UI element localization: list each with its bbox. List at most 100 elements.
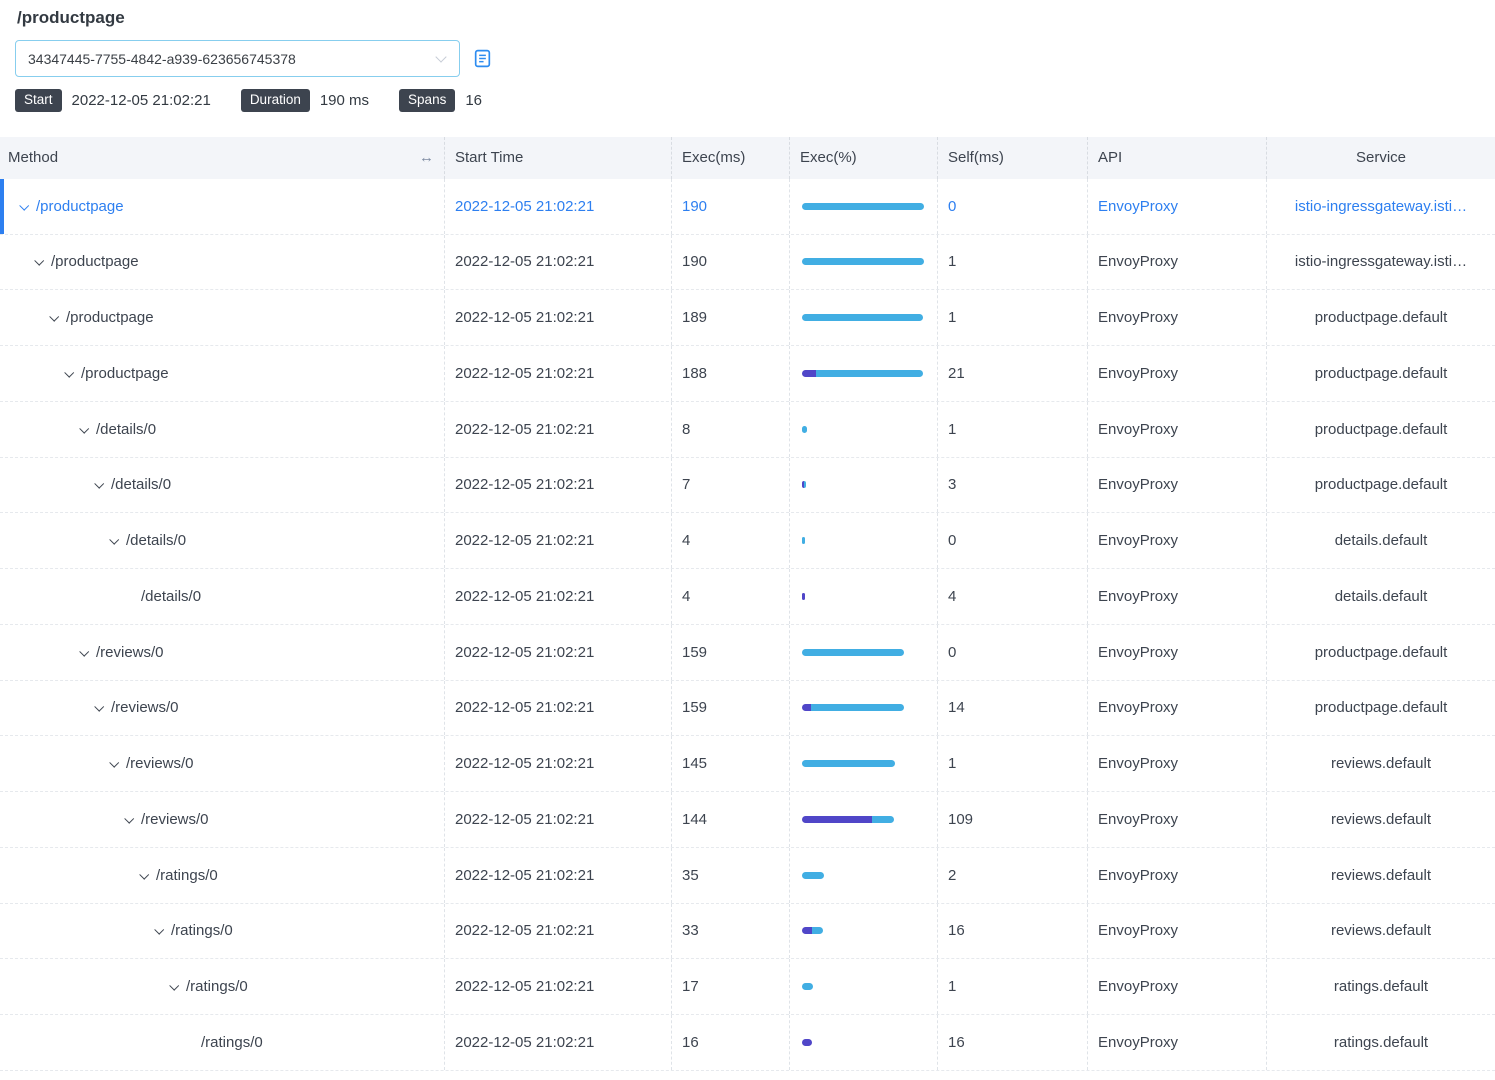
service-cell: productpage.default [1267,402,1495,457]
exec-time-segment [802,426,807,433]
self-ms-cell: 1 [938,736,1088,791]
api-cell: EnvoyProxy [1088,681,1267,736]
start-time-cell: 2022-12-05 21:02:21 [445,904,672,959]
service-cell: reviews.default [1267,848,1495,903]
exec-ms-cell: 189 [672,290,790,345]
self-ms-cell: 0 [938,179,1088,234]
self-ms-cell: 109 [938,792,1088,847]
exec-percent-bar [802,704,904,711]
chevron-down-icon[interactable] [50,314,66,321]
table-row[interactable]: /details/02022-12-05 21:02:2181EnvoyProx… [0,402,1495,458]
chevron-down-icon[interactable] [170,983,186,990]
api-cell: EnvoyProxy [1088,736,1267,791]
api-cell: EnvoyProxy [1088,458,1267,513]
chevron-down-icon[interactable] [140,872,156,879]
exec-percent-cell [790,792,938,847]
chevron-down-icon[interactable] [80,426,96,433]
self-ms-cell: 14 [938,681,1088,736]
api-cell: EnvoyProxy [1088,179,1267,234]
service-cell: productpage.default [1267,681,1495,736]
api-cell: EnvoyProxy [1088,904,1267,959]
exec-percent-cell [790,346,938,401]
service-cell: reviews.default [1267,736,1495,791]
exec-percent-bar [802,1039,812,1046]
exec-ms-cell: 190 [672,235,790,290]
table-row[interactable]: /ratings/02022-12-05 21:02:21171EnvoyPro… [0,959,1495,1015]
exec-time-segment [802,872,824,879]
method-cell: /ratings/0 [0,959,445,1014]
table-row[interactable]: /details/02022-12-05 21:02:2140EnvoyProx… [0,513,1495,569]
start-time-cell: 2022-12-05 21:02:21 [445,346,672,401]
chevron-down-icon[interactable] [80,649,96,656]
service-cell: reviews.default [1267,792,1495,847]
trace-id-select[interactable]: 34347445-7755-4842-a939-623656745378 [15,40,460,77]
chevron-down-icon[interactable] [110,537,126,544]
table-row[interactable]: /ratings/02022-12-05 21:02:211616EnvoyPr… [0,1015,1495,1071]
exec-ms-cell: 33 [672,904,790,959]
chevron-down-icon[interactable] [125,816,141,823]
start-group: Start 2022-12-05 21:02:21 [15,89,211,112]
api-cell: EnvoyProxy [1088,402,1267,457]
table-row[interactable]: /reviews/02022-12-05 21:02:21144109Envoy… [0,792,1495,848]
service-cell: productpage.default [1267,290,1495,345]
self-time-segment [802,370,816,377]
exec-ms-cell: 188 [672,346,790,401]
table-row[interactable]: /reviews/02022-12-05 21:02:211451EnvoyPr… [0,736,1495,792]
exec-percent-bar [802,203,924,210]
method-cell: /details/0 [0,569,445,624]
method-label: /details/0 [126,532,186,549]
start-time-cell: 2022-12-05 21:02:21 [445,513,672,568]
table-row[interactable]: /details/02022-12-05 21:02:2173EnvoyProx… [0,458,1495,514]
column-header-start-time: Start Time [445,137,672,179]
exec-percent-bar [802,481,806,488]
table-row[interactable]: /ratings/02022-12-05 21:02:21352EnvoyPro… [0,848,1495,904]
exec-percent-bar [802,927,823,934]
duration-group: Duration 190 ms [241,89,369,112]
self-time-segment [802,816,872,823]
chevron-down-icon[interactable] [110,760,126,767]
page-title: /productpage [17,8,1495,28]
table-row[interactable]: /details/02022-12-05 21:02:2144EnvoyProx… [0,569,1495,625]
chevron-down-icon[interactable] [35,258,51,265]
exec-percent-cell [790,681,938,736]
chevron-down-icon[interactable] [155,927,171,934]
column-header-exec-ms: Exec(ms) [672,137,790,179]
exec-time-segment [816,370,923,377]
column-resize-icon[interactable]: ↔ [419,149,434,166]
self-ms-cell: 1 [938,959,1088,1014]
method-label: /details/0 [96,421,156,438]
exec-ms-cell: 17 [672,959,790,1014]
self-time-segment [802,927,812,934]
exec-percent-cell [790,959,938,1014]
column-header-service: Service [1267,137,1495,179]
trace-selector-row: 34347445-7755-4842-a939-623656745378 [15,40,1495,77]
exec-percent-bar [802,314,923,321]
method-label: /productpage [51,253,139,270]
column-header-exec-percent: Exec(%) [790,137,938,179]
api-cell: EnvoyProxy [1088,848,1267,903]
duration-badge: Duration [241,89,310,112]
exec-time-segment [804,481,806,488]
table-row[interactable]: /productpage2022-12-05 21:02:211901Envoy… [0,235,1495,291]
table-row[interactable]: /reviews/02022-12-05 21:02:211590EnvoyPr… [0,625,1495,681]
start-time-cell: 2022-12-05 21:02:21 [445,959,672,1014]
table-row[interactable]: /productpage2022-12-05 21:02:2118821Envo… [0,346,1495,402]
exec-ms-cell: 144 [672,792,790,847]
column-header-label: Method [8,149,58,166]
table-row[interactable]: /reviews/02022-12-05 21:02:2115914EnvoyP… [0,681,1495,737]
table-row[interactable]: /ratings/02022-12-05 21:02:213316EnvoyPr… [0,904,1495,960]
chevron-down-icon[interactable] [95,481,111,488]
chevron-down-icon[interactable] [95,704,111,711]
copy-icon[interactable] [472,48,493,69]
exec-ms-cell: 8 [672,402,790,457]
trace-id-value: 34347445-7755-4842-a939-623656745378 [28,51,296,67]
self-time-segment [802,1039,812,1046]
exec-time-segment [802,258,924,265]
table-row[interactable]: /productpage2022-12-05 21:02:211900Envoy… [0,179,1495,235]
chevron-down-icon[interactable] [65,370,81,377]
exec-time-segment [802,203,924,210]
table-row[interactable]: /productpage2022-12-05 21:02:211891Envoy… [0,290,1495,346]
exec-percent-bar [802,649,904,656]
chevron-down-icon[interactable] [20,203,36,210]
exec-percent-bar [802,872,824,879]
